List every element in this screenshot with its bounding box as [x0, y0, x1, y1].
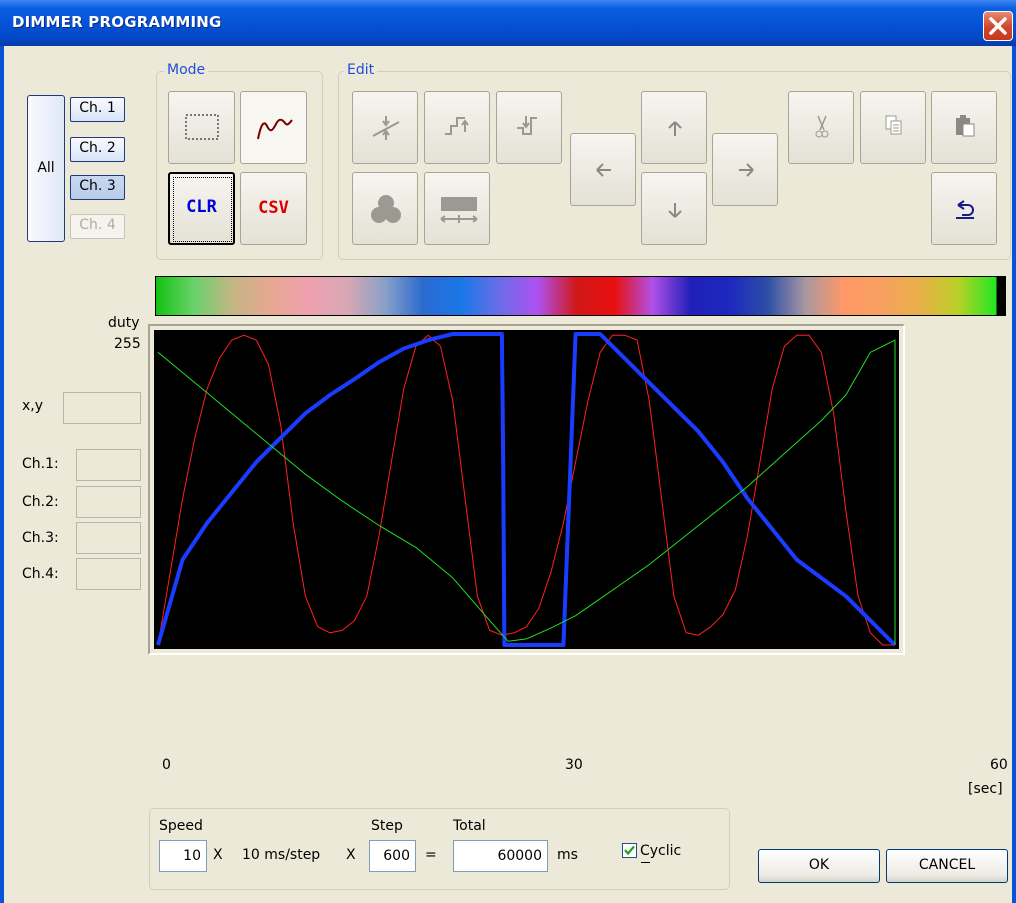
- x-tick-60: 60: [990, 757, 1008, 773]
- csv-button[interactable]: CSV: [240, 172, 307, 245]
- total-input[interactable]: 60000: [453, 840, 548, 872]
- arrow-left-icon: [596, 163, 611, 177]
- ch3-readout-field: [76, 522, 141, 554]
- multiply-sign-2: X: [346, 847, 356, 863]
- xy-field: [63, 392, 141, 424]
- step-up-icon: [445, 117, 469, 135]
- step-input[interactable]: 600: [369, 840, 416, 872]
- x-tick-0: 0: [162, 757, 171, 773]
- ms-per-step-label: 10 ms/step: [242, 847, 321, 863]
- stretch-horizontal-icon: [440, 197, 478, 223]
- step-down-icon: [517, 116, 537, 135]
- step-down-button[interactable]: [496, 91, 562, 164]
- cyclic-mnemonic-underline: [641, 862, 650, 863]
- multiply-sign-1: X: [213, 847, 223, 863]
- scale-vertical-icon: [372, 116, 400, 140]
- undo-icon: [956, 200, 974, 219]
- freehand-curve-icon: [257, 118, 293, 140]
- arrow-right-button[interactable]: [712, 133, 778, 206]
- scale-vertical-button[interactable]: [352, 91, 418, 164]
- csv-label: CSV: [258, 198, 289, 218]
- close-button[interactable]: [983, 11, 1013, 41]
- arrow-up-icon: [668, 121, 682, 136]
- window-frame-left: [0, 46, 4, 903]
- undo-button[interactable]: [931, 172, 997, 245]
- channel-2-button[interactable]: Ch. 2: [70, 137, 125, 162]
- duty-label: duty: [108, 315, 140, 331]
- checkmark-icon: [624, 845, 635, 856]
- ch1-readout-label: Ch.1:: [22, 456, 59, 472]
- arrow-down-button[interactable]: [641, 172, 707, 245]
- ch4-readout-label: Ch.4:: [22, 566, 59, 582]
- cut-button[interactable]: [788, 91, 854, 164]
- equals-sign: =: [425, 847, 437, 863]
- smooth-button[interactable]: [352, 172, 418, 245]
- channel-4-button: Ch. 4: [70, 214, 125, 239]
- all-channels-button[interactable]: All: [27, 95, 65, 242]
- all-label: All: [37, 160, 55, 176]
- paste-button[interactable]: [931, 91, 997, 164]
- copy-button[interactable]: [860, 91, 926, 164]
- ch2-readout-label: Ch.2:: [22, 494, 59, 510]
- channel-3-button[interactable]: Ch. 3: [70, 175, 125, 200]
- paste-icon: [956, 115, 975, 137]
- ch4-readout-field: [76, 558, 141, 590]
- step-up-button[interactable]: [424, 91, 490, 164]
- arrow-right-icon: [739, 163, 754, 177]
- channel-1-button[interactable]: Ch. 1: [70, 97, 125, 122]
- step-label: Step: [371, 818, 403, 834]
- draw-mode-button[interactable]: [240, 91, 307, 164]
- arrow-left-button[interactable]: [570, 133, 636, 206]
- arrow-up-button[interactable]: [641, 91, 707, 164]
- cyclic-checkbox[interactable]: [622, 843, 637, 858]
- ch3-readout-label: Ch.3:: [22, 530, 59, 546]
- smooth-icon: [371, 195, 401, 223]
- cancel-button[interactable]: CANCEL: [886, 849, 1008, 883]
- speed-label: Speed: [159, 818, 203, 834]
- ch2-readout-field: [76, 486, 141, 518]
- duty-max-label: 255: [114, 336, 141, 352]
- copy-icon: [885, 115, 902, 135]
- chart-background: [154, 330, 899, 649]
- window-title: DIMMER PROGRAMMING: [12, 13, 222, 31]
- speed-input[interactable]: 10: [159, 840, 207, 872]
- clr-button[interactable]: CLR: [168, 172, 235, 245]
- xy-label: x,y: [22, 398, 44, 414]
- color-bar: [155, 276, 1006, 316]
- ch1-readout-field: [76, 449, 141, 481]
- arrow-down-icon: [668, 203, 682, 218]
- select-mode-button[interactable]: [168, 91, 235, 164]
- rectangle-select-icon: [185, 114, 219, 140]
- edit-group-label: Edit: [344, 62, 378, 78]
- ok-button[interactable]: OK: [758, 849, 880, 883]
- dimmer-chart[interactable]: [154, 330, 899, 649]
- x-unit-label: [sec]: [968, 781, 1003, 797]
- cut-icon: [815, 115, 829, 138]
- window-frame-right: [1012, 46, 1016, 903]
- cyclic-label[interactable]: Cyclic: [640, 843, 681, 859]
- close-icon: [989, 17, 1007, 35]
- mode-group-label: Mode: [164, 62, 209, 78]
- stretch-horizontal-button[interactable]: [424, 172, 490, 245]
- ms-label: ms: [557, 847, 578, 863]
- clr-label: CLR: [186, 197, 217, 217]
- x-tick-30: 30: [565, 757, 583, 773]
- total-label: Total: [453, 818, 486, 834]
